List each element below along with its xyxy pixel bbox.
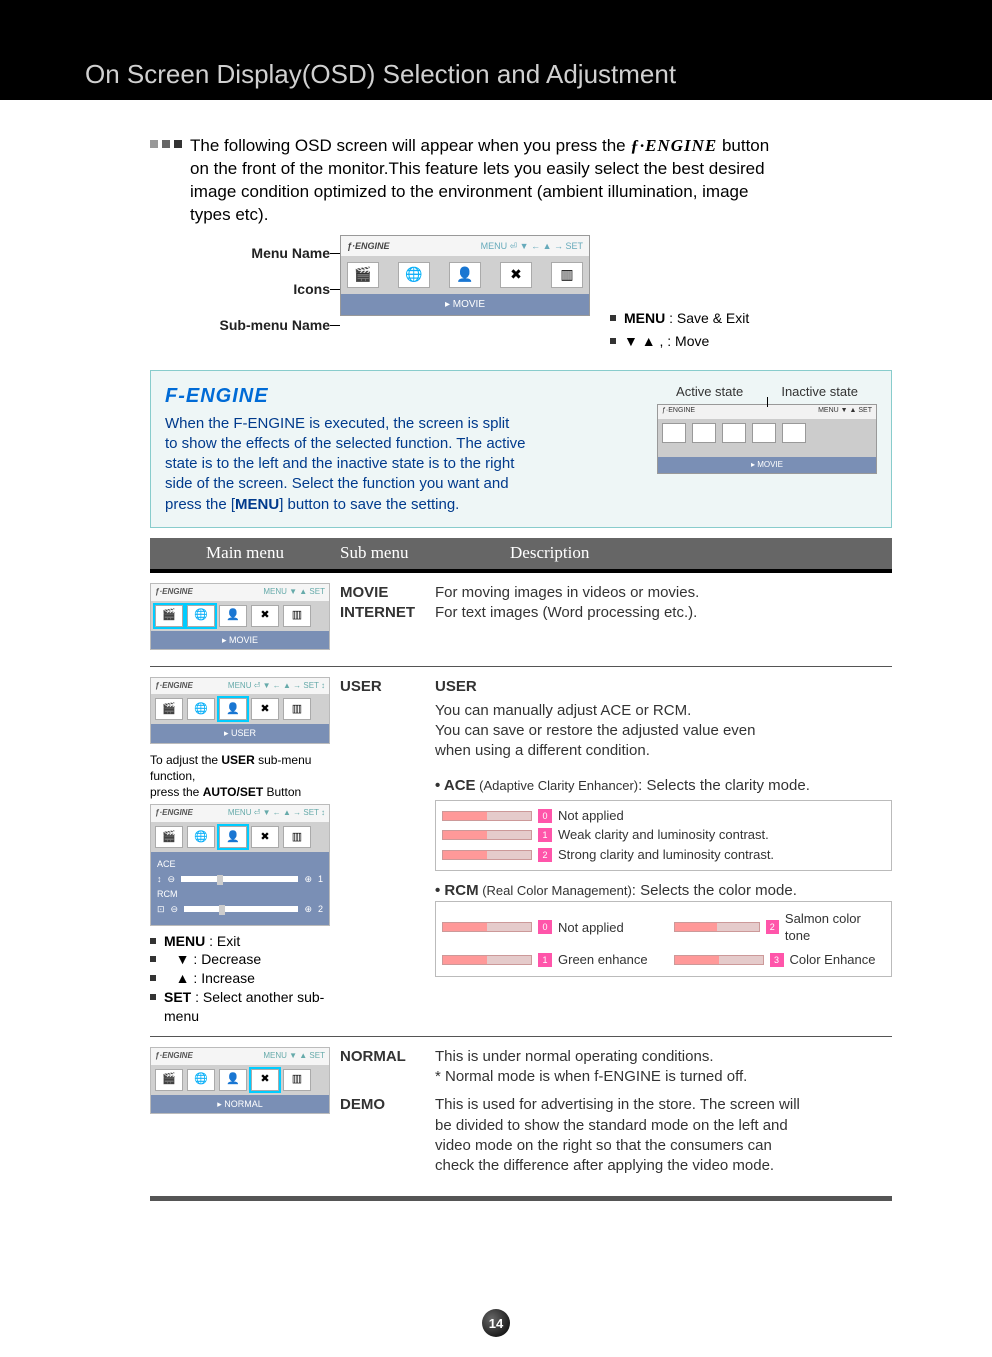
osd-footer: ▸ MOVIE <box>341 294 589 316</box>
down-arrow-icon <box>624 333 638 349</box>
mini-osd-footer: ▸ MOVIE <box>151 631 329 649</box>
submenu-movie: MOVIE <box>340 583 435 603</box>
ace-sublabel: (Adaptive Clarity Enhancer) <box>476 778 639 793</box>
ace-2: Strong clarity and luminosity contrast. <box>558 846 774 864</box>
fengine-body: to show the effects of the selected func… <box>165 435 526 452</box>
osd-header-hints: MENU ⏎ ▼ ← ▲ → SET <box>481 240 583 252</box>
osd-icon-demo: ▥ <box>551 262 583 288</box>
osd-icon-normal: ✖ <box>500 262 532 288</box>
osd-title: ƒ·ENGINE <box>347 240 390 252</box>
rcm-desc: : Selects the color mode. <box>632 882 797 899</box>
fengine-body: ] button to save the setting. <box>279 496 459 513</box>
osd-rcm-label: RCM <box>157 888 323 900</box>
fengine-logo-inline: ƒ·ENGINE <box>630 136 717 155</box>
submenu-internet: INTERNET <box>340 603 435 623</box>
rcm-label: • RCM <box>435 882 479 899</box>
th-description: Description <box>510 542 892 565</box>
ace-options: 0Not applied 1Weak clarity and luminosit… <box>435 800 892 871</box>
hint-menu-label: MENU <box>624 310 665 326</box>
hint-move-text: , : Move <box>656 333 710 349</box>
fengine-body: side of the screen. Select the function … <box>165 475 509 492</box>
submenu-user: USER <box>340 677 435 1026</box>
fengine-menu-bold: MENU <box>235 496 279 513</box>
rcm-sublabel: (Real Color Management) <box>479 883 632 898</box>
mini-osd-user: ƒ·ENGINEMENU ⏎ ▼ ← ▲ → SET ↕ 🎬🌐👤✖▥ ▸ USE… <box>150 677 330 744</box>
desc-normal: This is under normal operating condition… <box>435 1048 713 1065</box>
user-text: You can manually adjust ACE or RCM. <box>435 702 691 719</box>
user-text: You can save or restore the adjusted val… <box>435 722 756 739</box>
table-row: ƒ·ENGINEMENU ▼ ▲ SET 🎬🌐👤✖▥ ▸ MOVIE MOVIE… <box>150 573 892 667</box>
desc-demo: video mode on the right so that the cons… <box>435 1137 772 1154</box>
button-hints: MENU : Save & Exit , : Move <box>610 305 749 355</box>
osd-preview: ƒ·ENGINE MENU ⏎ ▼ ← ▲ → SET 🎬 🌐 👤 ✖ ▥ ▸ … <box>340 235 590 317</box>
submenu-demo: DEMO <box>340 1095 435 1176</box>
submenu-normal: NORMAL <box>340 1047 435 1088</box>
mini-osd-normal: ƒ·ENGINEMENU ▼ ▲ SET 🎬🌐👤✖▥ ▸ NORMAL <box>150 1047 330 1114</box>
desc-demo: be divided to show the standard mode on … <box>435 1117 788 1134</box>
control-notes: MENU : Exit : Decrease : Increase SET : … <box>150 932 330 1026</box>
up-arrow-icon <box>176 970 190 986</box>
intro-text: types etc). <box>190 205 268 224</box>
ace-1: Weak clarity and luminosity contrast. <box>558 826 769 844</box>
osd-ace-label: ACE <box>157 858 323 870</box>
lead-bullet-icon <box>150 140 182 148</box>
ace-0: Not applied <box>558 807 624 825</box>
label-active-state: Active state <box>676 383 743 401</box>
user-heading: USER <box>435 677 892 697</box>
header-bar: On Screen Display(OSD) Selection and Adj… <box>0 0 992 100</box>
page-number: 14 <box>482 1309 510 1337</box>
intro-text: The following OSD screen will appear whe… <box>190 136 630 155</box>
osd-icon-user: 👤 <box>449 262 481 288</box>
label-inactive-state: Inactive state <box>781 383 858 401</box>
fengine-body: When the F-ENGINE is executed, the scree… <box>165 415 509 432</box>
osd-icon-movie: 🎬 <box>347 262 379 288</box>
osd-diagram: Menu Name Icons Sub-menu Name ƒ·ENGINE M… <box>150 235 892 355</box>
mini-footer: ▸ MOVIE <box>658 457 876 473</box>
user-text: when using a different condition. <box>435 742 650 759</box>
up-arrow-icon <box>642 333 656 349</box>
ace-desc: : Selects the clarity mode. <box>638 777 810 794</box>
fengine-body: press the [ <box>165 496 235 513</box>
intro-text: button <box>722 136 769 155</box>
fengine-panel: F-ENGINE When the F-ENGINE is executed, … <box>150 370 892 528</box>
osd-icon-internet: 🌐 <box>398 262 430 288</box>
ace-label: • ACE <box>435 777 476 794</box>
rcm-1: Green enhance <box>558 951 648 969</box>
intro-text: image condition optimized to the environ… <box>190 182 748 201</box>
table-header: Main menu Sub menu Description <box>150 538 892 573</box>
label-submenu-name: Sub-menu Name <box>150 307 330 343</box>
desc-normal: * Normal mode is when f-ENGINE is turned… <box>435 1068 747 1085</box>
th-sub-menu: Sub menu <box>340 542 510 565</box>
rcm-2: Salmon color tone <box>785 910 885 945</box>
mini-osd-movie: ƒ·ENGINEMENU ▼ ▲ SET 🎬🌐👤✖▥ ▸ MOVIE <box>150 583 330 650</box>
th-main-menu: Main menu <box>150 542 340 565</box>
rcm-0: Not applied <box>558 919 624 937</box>
intro-paragraph: The following OSD screen will appear whe… <box>150 135 892 227</box>
mini-osd-ace-rcm: ƒ·ENGINEMENU ⏎ ▼ ← ▲ → SET ↕ 🎬🌐👤✖▥ ACE ↕… <box>150 804 330 925</box>
hint-menu-text: : Save & Exit <box>665 310 749 326</box>
page-title: On Screen Display(OSD) Selection and Adj… <box>85 59 676 90</box>
desc-movie: For moving images in videos or movies. <box>435 583 892 603</box>
rcm-3: Color Enhance <box>790 951 876 969</box>
split-screen-preview: ƒ·ENGINEMENU ▼ ▲ SET ▸ MOVIE <box>657 404 877 474</box>
rcm-options: 0Not applied 2Salmon color tone 1Green e… <box>435 901 892 978</box>
adjust-note: To adjust the USER sub-menu function, pr… <box>150 752 330 801</box>
section-divider <box>150 1196 892 1201</box>
mini-osd-footer: ▸ USER <box>151 724 329 742</box>
desc-demo: This is used for advertising in the stor… <box>435 1096 800 1113</box>
down-arrow-icon <box>176 951 190 967</box>
table-row: ƒ·ENGINEMENU ▼ ▲ SET 🎬🌐👤✖▥ ▸ NORMAL NORM… <box>150 1037 892 1187</box>
desc-internet: For text images (Word processing etc.). <box>435 603 892 623</box>
label-icons: Icons <box>150 271 330 307</box>
fengine-body: state is to the left and the inactive st… <box>165 455 514 472</box>
table-row: ƒ·ENGINEMENU ⏎ ▼ ← ▲ → SET ↕ 🎬🌐👤✖▥ ▸ USE… <box>150 667 892 1037</box>
fengine-title: F-ENGINE <box>165 383 637 410</box>
desc-demo: check the difference after applying the … <box>435 1157 774 1174</box>
intro-text: on the front of the monitor.This feature… <box>190 159 765 178</box>
label-menu-name: Menu Name <box>150 235 330 271</box>
mini-osd-footer: ▸ NORMAL <box>151 1095 329 1113</box>
